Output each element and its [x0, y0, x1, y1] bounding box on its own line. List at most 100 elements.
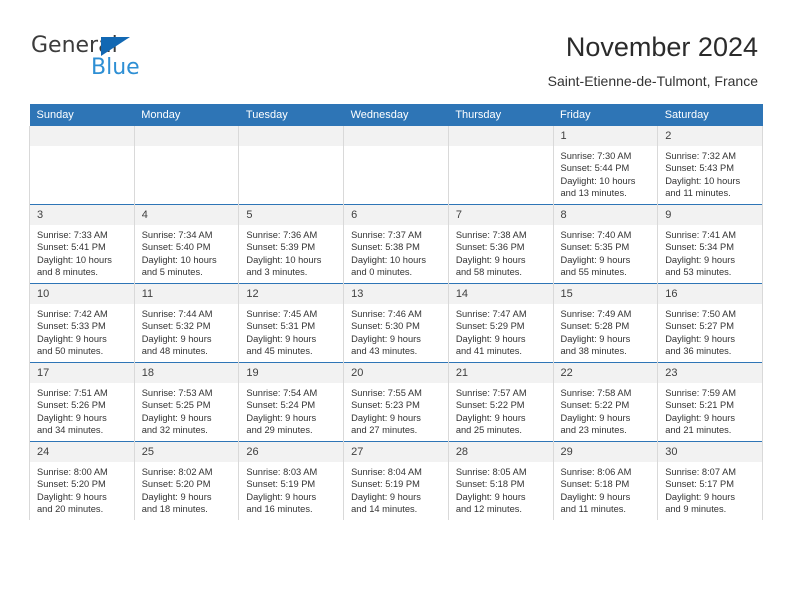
- day-cell-24[interactable]: 24 Sunrise: 8:00 AM Sunset: 5:20 PM Dayligh…: [29, 441, 135, 520]
- day-cell-25[interactable]: 25 Sunrise: 8:02 AM Sunset: 5:20 PM Dayligh…: [133, 441, 240, 520]
- sunrise-text: Sunrise: 7:30 AM: [560, 151, 632, 161]
- day-cell-7[interactable]: 7 Sunrise: 7:38 AM Sunset: 5:36 PM Daylight…: [447, 204, 554, 284]
- day-cell-13[interactable]: 13 Sunrise: 7:46 AM Sunset: 5:30 PM Dayligh…: [343, 283, 449, 363]
- sunset-text: Sunset: 5:41 PM: [37, 242, 106, 253]
- day-cell-14[interactable]: 14 Sunrise: 7:47 AM Sunset: 5:29 PM Dayligh…: [447, 283, 554, 363]
- day-details: Sunrise: 7:37 AM Sunset: 5:38 PM Daylight:…: [344, 225, 448, 279]
- daylight-text-line2: and 11 minutes.: [665, 188, 731, 199]
- day-details: Sunrise: 7:41 AM Sunset: 5:34 PM Daylight:…: [658, 225, 762, 279]
- day-cell-21[interactable]: 21 Sunrise: 7:57 AM Sunset: 5:22 PM Dayligh…: [447, 362, 554, 442]
- day-cell-5[interactable]: 5 Sunrise: 7:36 AM Sunset: 5:39 PM Daylight…: [238, 204, 345, 284]
- daylight-text-line1: Daylight: 9 hours: [141, 412, 212, 423]
- day-cell-empty: [133, 126, 240, 205]
- sunrise-text: Sunrise: 8:00 AM: [37, 467, 108, 477]
- day-number: 22: [553, 363, 658, 383]
- daylight-text-line2: and 36 minutes.: [665, 346, 732, 357]
- day-details: Sunrise: 7:59 AM Sunset: 5:21 PM Daylight:…: [658, 383, 762, 437]
- day-cell-empty: [238, 126, 345, 205]
- general-blue-logo[interactable]: General Blue: [31, 33, 261, 85]
- day-cell-12[interactable]: 12 Sunrise: 7:45 AM Sunset: 5:31 PM Dayligh…: [238, 283, 345, 363]
- sunset-text: Sunset: 5:30 PM: [351, 321, 420, 332]
- day-details: Sunrise: 7:42 AM Sunset: 5:33 PM Daylight:…: [30, 304, 134, 358]
- sunrise-text: Sunrise: 7:54 AM: [246, 388, 318, 398]
- daylight-text-line2: and 25 minutes.: [455, 425, 522, 436]
- sunset-text: Sunset: 5:21 PM: [665, 400, 734, 411]
- sunrise-text: Sunrise: 7:49 AM: [560, 309, 632, 319]
- daylight-text-line2: and 16 minutes.: [246, 504, 313, 515]
- day-cell-3[interactable]: 3 Sunrise: 7:33 AM Sunset: 5:41 PM Daylight…: [29, 204, 135, 284]
- sunrise-text: Sunrise: 7:58 AM: [560, 388, 632, 398]
- daylight-text-line2: and 14 minutes.: [351, 504, 418, 515]
- daylight-text-line2: and 11 minutes.: [560, 504, 626, 515]
- day-details: Sunrise: 7:57 AM Sunset: 5:22 PM Daylight:…: [449, 383, 553, 437]
- daylight-text-line1: Daylight: 9 hours: [37, 412, 107, 423]
- day-cell-18[interactable]: 18 Sunrise: 7:53 AM Sunset: 5:25 PM Dayligh…: [133, 362, 240, 442]
- day-cell-4[interactable]: 4 Sunrise: 7:34 AM Sunset: 5:40 PM Daylight…: [133, 204, 240, 284]
- calendar-week-row: 10 Sunrise: 7:42 AM Sunset: 5:33 PM Dayligh…: [29, 283, 763, 363]
- day-details: Sunrise: 8:02 AM Sunset: 5:20 PM Daylight:…: [135, 462, 239, 516]
- day-number: 1: [553, 126, 658, 146]
- sunset-text: Sunset: 5:33 PM: [37, 321, 106, 332]
- sunset-text: Sunset: 5:40 PM: [141, 242, 211, 253]
- sunset-text: Sunset: 5:24 PM: [246, 400, 316, 411]
- day-details: Sunrise: 8:06 AM Sunset: 5:18 PM Daylight:…: [554, 462, 658, 516]
- day-cell-empty: [343, 126, 449, 205]
- daylight-text-line2: and 8 minutes.: [37, 267, 98, 278]
- day-number: 30: [658, 442, 762, 462]
- day-cell-22[interactable]: 22 Sunrise: 7:58 AM Sunset: 5:22 PM Dayligh…: [552, 362, 659, 442]
- calendar-week-row: 17 Sunrise: 7:51 AM Sunset: 5:26 PM Dayligh…: [29, 362, 763, 442]
- daylight-text-line1: Daylight: 10 hours: [351, 254, 427, 265]
- weekday-header-monday: Monday: [134, 104, 239, 126]
- daylight-text-line2: and 45 minutes.: [246, 346, 313, 357]
- day-details: Sunrise: 7:30 AM Sunset: 5:44 PM Daylight:…: [554, 146, 658, 200]
- day-cell-10[interactable]: 10 Sunrise: 7:42 AM Sunset: 5:33 PM Dayligh…: [29, 283, 135, 363]
- day-cell-8[interactable]: 8 Sunrise: 7:40 AM Sunset: 5:35 PM Daylight…: [552, 204, 659, 284]
- daylight-text-line2: and 3 minutes.: [246, 267, 308, 278]
- sunrise-text: Sunrise: 7:50 AM: [665, 309, 737, 319]
- day-details: Sunrise: 7:50 AM Sunset: 5:27 PM Daylight:…: [658, 304, 762, 358]
- sunset-text: Sunset: 5:25 PM: [141, 400, 211, 411]
- daylight-text-line1: Daylight: 9 hours: [560, 254, 631, 265]
- day-cell-15[interactable]: 15 Sunrise: 7:49 AM Sunset: 5:28 PM Dayligh…: [552, 283, 659, 363]
- page-header: General Blue November 2024 Saint-Etienne…: [0, 0, 792, 102]
- daylight-text-line1: Daylight: 9 hours: [351, 412, 421, 423]
- sunset-text: Sunset: 5:36 PM: [455, 242, 525, 253]
- sunrise-text: Sunrise: 7:57 AM: [455, 388, 527, 398]
- day-details: Sunrise: 7:55 AM Sunset: 5:23 PM Daylight:…: [344, 383, 448, 437]
- day-cell-9[interactable]: 9 Sunrise: 7:41 AM Sunset: 5:34 PM Daylight…: [657, 204, 763, 284]
- page-subtitle: Saint-Etienne-de-Tulmont, France: [547, 73, 758, 89]
- day-cell-2[interactable]: 2 Sunrise: 7:32 AM Sunset: 5:43 PM Daylight…: [657, 126, 763, 205]
- day-cell-23[interactable]: 23 Sunrise: 7:59 AM Sunset: 5:21 PM Dayligh…: [657, 362, 763, 442]
- day-cell-26[interactable]: 26 Sunrise: 8:03 AM Sunset: 5:19 PM Dayligh…: [238, 441, 345, 520]
- day-details: Sunrise: 8:07 AM Sunset: 5:17 PM Daylight:…: [658, 462, 762, 516]
- daylight-text-line1: Daylight: 9 hours: [455, 412, 526, 423]
- daylight-text-line1: Daylight: 9 hours: [455, 333, 526, 344]
- sunrise-text: Sunrise: 8:03 AM: [246, 467, 318, 477]
- day-cell-1[interactable]: 1 Sunrise: 7:30 AM Sunset: 5:44 PM Daylight…: [552, 126, 659, 205]
- day-details: [239, 146, 343, 150]
- day-cell-11[interactable]: 11 Sunrise: 7:44 AM Sunset: 5:32 PM Dayligh…: [133, 283, 240, 363]
- day-number: 6: [344, 205, 448, 225]
- day-cell-20[interactable]: 20 Sunrise: 7:55 AM Sunset: 5:23 PM Dayligh…: [343, 362, 449, 442]
- day-cell-17[interactable]: 17 Sunrise: 7:51 AM Sunset: 5:26 PM Dayligh…: [29, 362, 135, 442]
- day-number: 28: [448, 442, 553, 462]
- sunset-text: Sunset: 5:44 PM: [560, 163, 630, 174]
- daylight-text-line1: Daylight: 9 hours: [141, 491, 212, 502]
- sunrise-text: Sunrise: 7:46 AM: [351, 309, 422, 319]
- calendar-table: Sunday Monday Tuesday Wednesday Thursday Frid…: [29, 104, 763, 520]
- sunrise-text: Sunrise: 7:36 AM: [246, 230, 318, 240]
- day-number: 9: [658, 205, 762, 225]
- day-cell-16[interactable]: 16 Sunrise: 7:50 AM Sunset: 5:27 PM Dayligh…: [657, 283, 763, 363]
- day-cell-29[interactable]: 29 Sunrise: 8:06 AM Sunset: 5:18 PM Dayligh…: [552, 441, 659, 520]
- day-cell-30[interactable]: 30 Sunrise: 8:07 AM Sunset: 5:17 PM Dayligh…: [657, 441, 763, 520]
- day-cell-19[interactable]: 19 Sunrise: 7:54 AM Sunset: 5:24 PM Dayligh…: [238, 362, 345, 442]
- day-number: 8: [553, 205, 658, 225]
- day-cell-28[interactable]: 28 Sunrise: 8:05 AM Sunset: 5:18 PM Dayligh…: [447, 441, 554, 520]
- day-cell-27[interactable]: 27 Sunrise: 8:04 AM Sunset: 5:19 PM Dayligh…: [343, 441, 449, 520]
- sunrise-text: Sunrise: 7:47 AM: [455, 309, 527, 319]
- day-details: Sunrise: 7:44 AM Sunset: 5:32 PM Daylight:…: [135, 304, 239, 358]
- day-cell-6[interactable]: 6 Sunrise: 7:37 AM Sunset: 5:38 PM Daylight…: [343, 204, 449, 284]
- day-details: Sunrise: 8:04 AM Sunset: 5:19 PM Daylight:…: [344, 462, 448, 516]
- page-title: November 2024: [565, 32, 758, 62]
- daylight-text-line2: and 38 minutes.: [560, 346, 627, 357]
